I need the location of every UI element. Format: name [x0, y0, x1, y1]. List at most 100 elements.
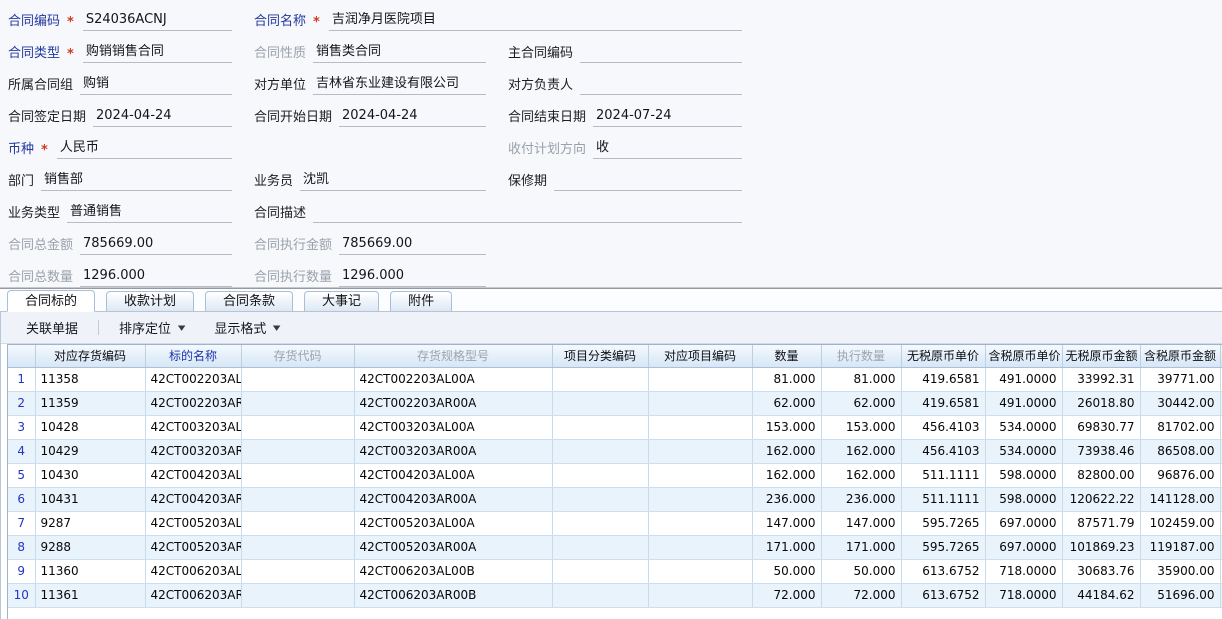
grid-cell[interactable]	[648, 559, 752, 583]
grid-cell[interactable]	[241, 559, 354, 583]
grid-cell[interactable]: 236.000	[752, 487, 821, 511]
grid-cell[interactable]: 26018.80	[1062, 391, 1140, 415]
grid-cell[interactable]: 9288	[35, 535, 145, 559]
field-input-counterpart-unit[interactable]: 吉林省东业建设有限公司	[313, 76, 486, 95]
grid-cell[interactable]: 697.0000	[985, 511, 1062, 535]
grid-cell[interactable]: 62.000	[821, 391, 901, 415]
row-number[interactable]: 4	[8, 439, 35, 463]
grid-cell[interactable]: 50.000	[752, 559, 821, 583]
grid-cell[interactable]: 141128.00	[1140, 487, 1220, 511]
grid-cell[interactable]: 101869.23	[1062, 535, 1140, 559]
grid-cell[interactable]	[552, 463, 648, 487]
grid-cell[interactable]: 42CT003203AL...	[145, 415, 241, 439]
field-input-contract-type[interactable]: 购销销售合同	[83, 44, 232, 63]
grid-cell[interactable]	[552, 559, 648, 583]
grid-cell[interactable]: 120622.22	[1062, 487, 1140, 511]
grid-cell[interactable]: 153.000	[821, 415, 901, 439]
grid-cell[interactable]: 162.000	[821, 463, 901, 487]
grid-cell[interactable]: 81.000	[821, 367, 901, 391]
column-header[interactable]: 对应存货编码	[35, 345, 145, 367]
grid-cell[interactable]: 42CT004203AL...	[145, 463, 241, 487]
grid-cell[interactable]: 42CT005203AR...	[145, 535, 241, 559]
grid-cell[interactable]: 10429	[35, 439, 145, 463]
row-number[interactable]: 3	[8, 415, 35, 439]
grid-cell[interactable]: 51696.00	[1140, 583, 1220, 607]
grid-cell[interactable]: 595.7265	[901, 535, 985, 559]
grid-cell[interactable]: 73938.46	[1062, 439, 1140, 463]
grid-cell[interactable]	[552, 535, 648, 559]
grid-cell[interactable]	[241, 535, 354, 559]
column-header[interactable]: 对应项目编码	[648, 345, 752, 367]
grid-cell[interactable]: 595.7265	[901, 511, 985, 535]
row-number[interactable]: 1	[8, 367, 35, 391]
grid-cell[interactable]: 171.000	[752, 535, 821, 559]
grid-cell[interactable]: 82800.00	[1062, 463, 1140, 487]
related-docs-button[interactable]: 关联单据	[11, 317, 93, 339]
grid-cell[interactable]: 42CT003203AL00A	[354, 415, 552, 439]
field-input-end-date[interactable]: 2024-07-24	[593, 108, 742, 127]
tab-contract-terms[interactable]: 合同条款	[205, 291, 293, 311]
column-header[interactable]: 含税原币单价	[985, 345, 1062, 367]
grid-cell[interactable]: 42CT004203AR00A	[354, 487, 552, 511]
grid-cell[interactable]: 162.000	[821, 439, 901, 463]
grid-cell[interactable]: 11359	[35, 391, 145, 415]
grid-cell[interactable]: 456.4103	[901, 415, 985, 439]
grid-cell[interactable]	[241, 583, 354, 607]
grid-cell[interactable]: 119187.00	[1140, 535, 1220, 559]
grid-cell[interactable]: 44184.62	[1062, 583, 1140, 607]
column-header[interactable]: 数量	[752, 345, 821, 367]
grid-cell[interactable]: 598.0000	[985, 463, 1062, 487]
field-input-currency[interactable]: 人民币	[57, 140, 232, 159]
grid-cell[interactable]: 171.000	[821, 535, 901, 559]
tab-payment-plan[interactable]: 收款计划	[106, 291, 194, 311]
grid-cell[interactable]	[241, 487, 354, 511]
grid-cell[interactable]: 102459.00	[1140, 511, 1220, 535]
grid-cell[interactable]: 162.000	[752, 463, 821, 487]
grid-cell[interactable]	[552, 511, 648, 535]
column-header[interactable]: 含税原币金额	[1140, 345, 1220, 367]
field-input-start-date[interactable]: 2024-04-24	[339, 108, 486, 127]
grid-cell[interactable]	[648, 367, 752, 391]
grid-cell[interactable]	[241, 511, 354, 535]
grid-cell[interactable]: 39771.00	[1140, 367, 1220, 391]
grid-cell[interactable]: 33992.31	[1062, 367, 1140, 391]
grid-cell[interactable]: 10431	[35, 487, 145, 511]
field-input-counterpart-contact[interactable]	[580, 77, 742, 95]
grid-cell[interactable]: 42CT003203AR...	[145, 439, 241, 463]
grid-cell[interactable]: 42CT002203AL...	[145, 367, 241, 391]
grid-cell[interactable]: 491.0000	[985, 391, 1062, 415]
grid-cell[interactable]	[241, 391, 354, 415]
grid-cell[interactable]: 42CT004203AL00A	[354, 463, 552, 487]
grid-cell[interactable]	[241, 463, 354, 487]
grid-cell[interactable]: 534.0000	[985, 439, 1062, 463]
field-input-business-type[interactable]: 普通销售	[67, 204, 232, 223]
grid-cell[interactable]: 718.0000	[985, 583, 1062, 607]
grid-cell[interactable]: 534.0000	[985, 415, 1062, 439]
grid-cell[interactable]	[648, 463, 752, 487]
grid-cell[interactable]: 42CT006203AR00B	[354, 583, 552, 607]
grid-cell[interactable]	[552, 583, 648, 607]
grid-cell[interactable]: 72.000	[821, 583, 901, 607]
grid-cell[interactable]: 42CT006203AL...	[145, 559, 241, 583]
grid-cell[interactable]: 162.000	[752, 439, 821, 463]
column-header[interactable]: 存货代码	[241, 345, 354, 367]
field-input-sign-date[interactable]: 2024-04-24	[93, 108, 232, 127]
grid-cell[interactable]	[552, 415, 648, 439]
grid-cell[interactable]: 10428	[35, 415, 145, 439]
grid-cell[interactable]: 50.000	[821, 559, 901, 583]
grid-cell[interactable]	[241, 367, 354, 391]
grid-cell[interactable]: 87571.79	[1062, 511, 1140, 535]
grid-cell[interactable]: 511.1111	[901, 463, 985, 487]
display-format-button[interactable]: 显示格式 ▼	[199, 317, 294, 339]
grid-cell[interactable]: 456.4103	[901, 439, 985, 463]
row-number[interactable]: 7	[8, 511, 35, 535]
field-input-contract-name[interactable]: 吉润净月医院项目	[329, 12, 742, 31]
grid-cell[interactable]: 35900.00	[1140, 559, 1220, 583]
tab-milestones[interactable]: 大事记	[304, 291, 379, 311]
grid-cell[interactable]: 718.0000	[985, 559, 1062, 583]
grid-cell[interactable]	[648, 391, 752, 415]
row-number[interactable]: 6	[8, 487, 35, 511]
grid-cell[interactable]: 42CT005203AR00A	[354, 535, 552, 559]
field-input-contract-description[interactable]	[313, 205, 742, 223]
grid-cell[interactable]: 491.0000	[985, 367, 1062, 391]
